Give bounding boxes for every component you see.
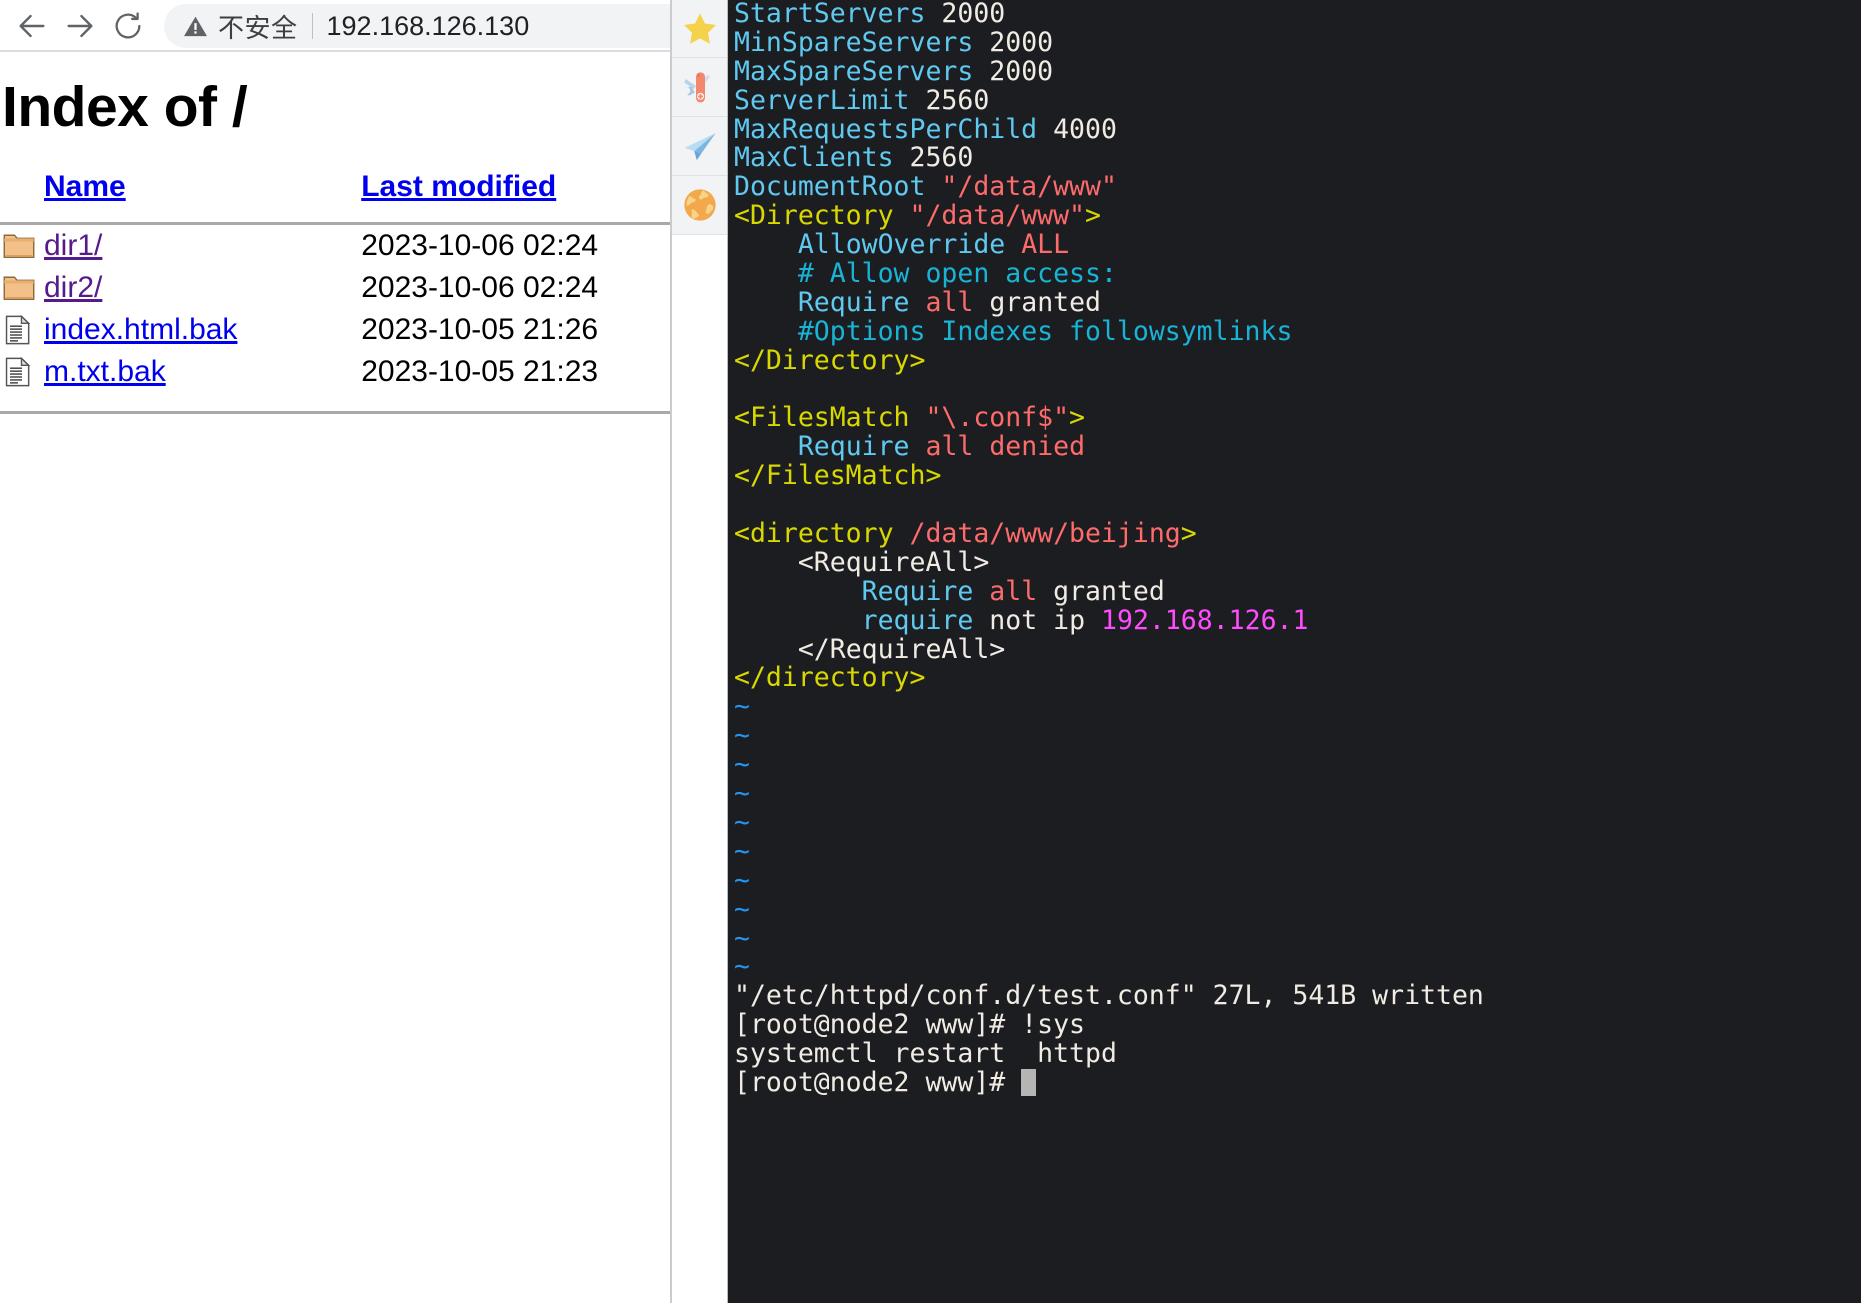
back-button[interactable]	[8, 4, 56, 48]
terminal-line: MaxClients 2560	[734, 144, 1861, 173]
terminal-command-line: systemctl restart httpd	[734, 1040, 1861, 1069]
terminal-empty-line-marker: ~	[734, 780, 1861, 809]
forward-arrow-icon	[63, 9, 97, 43]
terminal-line: require not ip 192.168.126.1	[734, 607, 1861, 636]
file-link[interactable]: dir2/	[44, 271, 102, 304]
file-link[interactable]: m.txt.bak	[44, 355, 166, 388]
terminal-line: Require all denied	[734, 433, 1861, 462]
sidebar-empty-area	[672, 235, 727, 1303]
forward-button[interactable]	[56, 4, 104, 48]
terminal-empty-line-marker: ~	[734, 896, 1861, 925]
file-link[interactable]: dir1/	[44, 229, 102, 262]
terminal-line: Require all granted	[734, 578, 1861, 607]
row-icon-cell	[0, 267, 44, 309]
terminal-empty-line-marker: ~	[734, 867, 1861, 896]
back-arrow-icon	[15, 9, 49, 43]
row-icon-cell	[0, 309, 44, 351]
row-name-cell: m.txt.bak	[44, 351, 361, 393]
extension-sidebar	[670, 0, 729, 1303]
terminal-line: StartServers 2000	[734, 0, 1861, 29]
omnibox-divider	[312, 13, 313, 39]
terminal-line: MaxRequestsPerChild 4000	[734, 116, 1861, 145]
row-name-cell: index.html.bak	[44, 309, 361, 351]
screen-root: 不安全 192.168.126.130 Index of / Name Last…	[0, 0, 1861, 1303]
sidebar-item-browser[interactable]	[672, 176, 727, 235]
row-icon-cell	[0, 351, 44, 393]
terminal-line: <directory /data/www/beijing>	[734, 520, 1861, 549]
terminal-empty-line-marker: ~	[734, 693, 1861, 722]
row-name-cell: dir2/	[44, 267, 361, 309]
row-name-cell: dir1/	[44, 225, 361, 267]
terminal-line: Require all granted	[734, 289, 1861, 318]
file-icon	[2, 355, 34, 389]
terminal-line	[734, 376, 1861, 405]
terminal-content: StartServers 2000MinSpareServers 2000Max…	[728, 0, 1861, 1098]
sort-by-modified-link[interactable]: Last modified	[361, 170, 556, 203]
terminal-line: # Allow open access:	[734, 260, 1861, 289]
swiss-knife-icon	[680, 67, 720, 107]
terminal-line: </Directory>	[734, 347, 1861, 376]
file-icon	[2, 313, 34, 347]
terminal-line	[734, 491, 1861, 520]
paper-plane-icon	[680, 126, 720, 166]
terminal-active-prompt[interactable]: [root@node2 www]#	[734, 1069, 1861, 1098]
file-link[interactable]: index.html.bak	[44, 313, 237, 346]
terminal-line: AllowOverride ALL	[734, 231, 1861, 260]
terminal-line: #Options Indexes followsymlinks	[734, 318, 1861, 347]
terminal-line: </directory>	[734, 664, 1861, 693]
sort-by-name-link[interactable]: Name	[44, 170, 126, 203]
terminal-prompt-line: [root@node2 www]# !sys	[734, 1011, 1861, 1040]
reload-icon	[112, 10, 144, 42]
terminal-empty-line-marker: ~	[734, 722, 1861, 751]
reload-button[interactable]	[104, 4, 152, 48]
terminal-window[interactable]: StartServers 2000MinSpareServers 2000Max…	[728, 0, 1861, 1303]
terminal-line: DocumentRoot "/data/www"	[734, 173, 1861, 202]
url-text[interactable]: 192.168.126.130	[327, 11, 530, 42]
terminal-empty-line-marker: ~	[734, 925, 1861, 954]
folder-icon	[2, 229, 36, 263]
terminal-line: MaxSpareServers 2000	[734, 58, 1861, 87]
terminal-empty-line-marker: ~	[734, 809, 1861, 838]
terminal-empty-line-marker: ~	[734, 751, 1861, 780]
terminal-empty-line-marker: ~	[734, 953, 1861, 982]
not-secure-warning-icon	[182, 13, 209, 40]
terminal-cursor	[1021, 1069, 1036, 1096]
folder-icon	[2, 271, 36, 305]
terminal-empty-line-marker: ~	[734, 838, 1861, 867]
sidebar-item-favorites[interactable]	[672, 0, 727, 58]
terminal-line: <RequireAll>	[734, 549, 1861, 578]
terminal-line: </RequireAll>	[734, 636, 1861, 665]
terminal-line: <FilesMatch "\.conf$">	[734, 404, 1861, 433]
terminal-line: ServerLimit 2560	[734, 87, 1861, 116]
header-icon-cell	[0, 170, 44, 222]
terminal-line: MinSpareServers 2000	[734, 29, 1861, 58]
sidebar-item-tools[interactable]	[672, 58, 727, 117]
globe-icon	[680, 185, 720, 225]
sidebar-item-send[interactable]	[672, 117, 727, 176]
star-icon	[680, 9, 720, 49]
security-status-label: 不安全	[218, 8, 298, 45]
terminal-status-line: "/etc/httpd/conf.d/test.conf" 27L, 541B …	[734, 982, 1861, 1011]
header-name: Name	[44, 170, 361, 222]
row-icon-cell	[0, 225, 44, 267]
terminal-line: <Directory "/data/www">	[734, 202, 1861, 231]
terminal-line: </FilesMatch>	[734, 462, 1861, 491]
